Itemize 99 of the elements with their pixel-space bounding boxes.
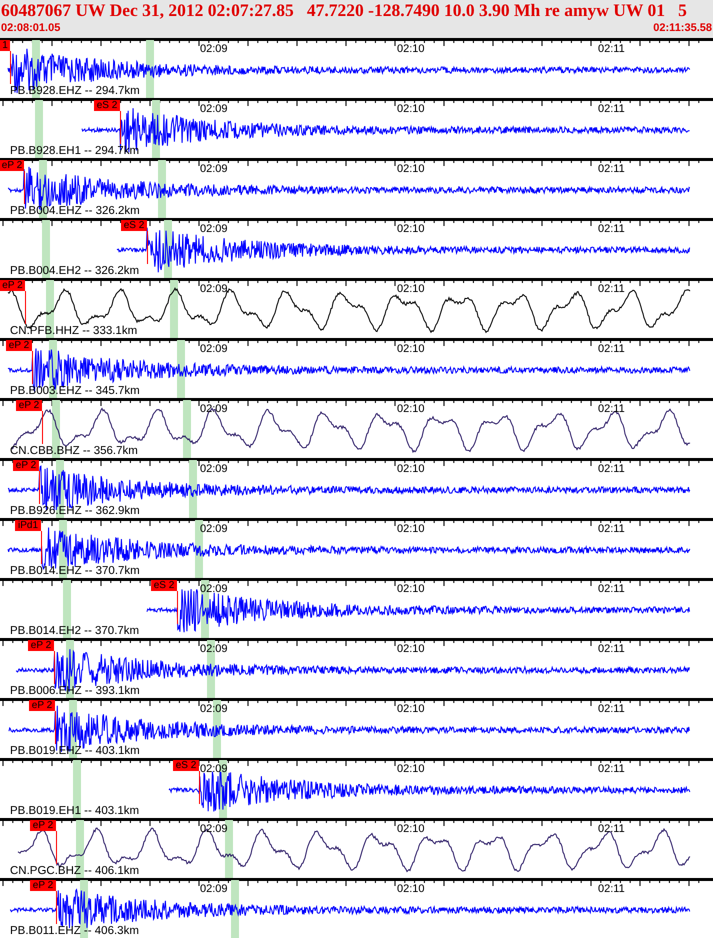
pick-label[interactable]: eP 2 [0,160,24,171]
time-label: 02:09 [200,583,228,595]
station-label: PB.B019.EH1 -- 403.1km [10,805,140,818]
station-label: PB.B928.EHZ -- 294.7km [10,85,140,98]
pick-label[interactable]: eP 2 [30,820,56,831]
time-label: 02:11 [598,883,625,895]
station-label: PB.B011.EHZ -- 406.3km [10,925,139,938]
pick-label[interactable]: eP 2 [0,280,25,291]
arrival-band [231,880,240,938]
time-label: 02:11 [598,343,625,355]
station-label: PB.B006.EHZ -- 393.1km [10,685,140,698]
time-label: 02:09 [200,643,228,655]
time-label: 02:09 [200,43,228,55]
time-label: 02:09 [200,463,228,475]
arrival-band [225,820,234,878]
pick-label[interactable]: eP 2 [29,700,55,711]
pick-label[interactable]: eS 2 [121,220,147,231]
pick-label[interactable]: eS 2 [151,580,177,591]
time-label: 02:11 [598,823,625,835]
pick-line[interactable] [39,471,40,504]
time-label: 02:09 [200,403,228,415]
time-label: 02:11 [598,643,625,655]
end-time: 02:11:35.58 [653,21,712,35]
station-label: PB.B014.EH2 -- 370.7km [10,625,140,638]
pick-line[interactable] [10,51,11,84]
start-time: 02:08:01.05 [1,21,60,35]
station-label: CN.PFB.HHZ -- 333.1km [10,325,138,338]
time-label: 02:09 [200,343,228,355]
pick-line[interactable] [56,831,57,864]
station-label: PB.B019.EHZ -- 403.1km [10,745,140,758]
time-label: 02:09 [200,283,228,295]
event-title: 60487067 UW Dec 31, 2012 02:07:27.85 47.7220 -128.7490 10.0 3.90 Mh re amyw UW 01 5 [1,0,688,21]
time-label: 02:09 [200,223,228,235]
pick-line[interactable] [24,171,25,204]
time-label: 02:10 [397,763,425,775]
pick-line[interactable] [41,531,42,564]
pick-line[interactable] [147,231,148,264]
time-label: 02:11 [598,43,625,55]
time-label: 02:11 [598,223,625,235]
pick-line[interactable] [199,771,200,804]
station-label: CN.PGC.BHZ -- 406.1km [10,865,140,878]
arrival-band [188,460,197,518]
time-label: 02:10 [397,403,425,415]
time-label: 02:11 [598,703,625,715]
pick-label[interactable]: 1 [0,40,10,51]
station-label: PB.B004.EHZ -- 326.2km [10,205,140,218]
pick-line[interactable] [120,111,121,144]
time-label: 02:10 [397,163,425,175]
time-label: 02:10 [397,523,425,535]
time-label: 02:11 [598,523,625,535]
time-label: 02:11 [598,463,625,475]
time-label: 02:10 [397,103,425,115]
station-label: PB.B928.EH1 -- 294.7km [10,145,140,158]
time-label: 02:11 [598,763,625,775]
station-label: PB.B926.EHZ -- 362.9km [10,505,140,518]
pick-line[interactable] [25,291,26,324]
time-label: 02:10 [397,703,425,715]
arrival-band [170,280,178,338]
time-label: 02:10 [397,883,425,895]
station-label: CN.CBB.BHZ -- 356.7km [10,445,138,458]
station-label: PB.B014.EHZ -- 370.7km [10,565,140,578]
time-label: 02:09 [200,823,228,835]
time-label: 02:11 [598,103,625,115]
arrival-band [182,400,191,458]
pick-label[interactable]: iPd1 [15,520,41,531]
pick-line[interactable] [32,351,33,384]
station-label: PB.B004.EH2 -- 326.2km [10,265,140,278]
time-label: 02:09 [200,763,228,775]
pick-line[interactable] [55,711,56,744]
pick-line[interactable] [56,891,57,924]
pick-label[interactable]: eP 2 [16,400,42,411]
time-label: 02:11 [598,403,625,415]
time-label: 02:11 [598,163,625,175]
time-label: 02:09 [200,163,228,175]
time-label: 02:09 [200,703,228,715]
pick-label[interactable]: eS 2 [173,760,199,771]
time-label: 02:10 [397,823,425,835]
pick-label[interactable]: eP 2 [30,880,56,891]
arrival-band [176,340,184,398]
time-label: 02:10 [397,283,425,295]
time-label: 02:11 [598,583,625,595]
pick-label[interactable]: eP 2 [13,460,39,471]
time-label: 02:10 [397,643,425,655]
pick-line[interactable] [54,651,55,684]
time-label: 02:11 [598,283,625,295]
pick-label[interactable]: eP 2 [6,340,32,351]
time-label: 02:10 [397,223,425,235]
pick-label[interactable]: eP 2 [28,640,54,651]
time-label: 02:09 [200,883,228,895]
station-label: PB.B003.EHZ -- 345.7km [10,385,140,398]
time-label: 02:10 [397,463,425,475]
time-label: 02:09 [200,523,228,535]
time-label: 02:09 [200,103,228,115]
time-label: 02:10 [397,43,425,55]
pick-label[interactable]: eS 2 [94,100,120,111]
pick-line[interactable] [42,411,43,444]
pick-line[interactable] [177,591,178,624]
time-label: 02:10 [397,583,425,595]
time-label: 02:10 [397,343,425,355]
